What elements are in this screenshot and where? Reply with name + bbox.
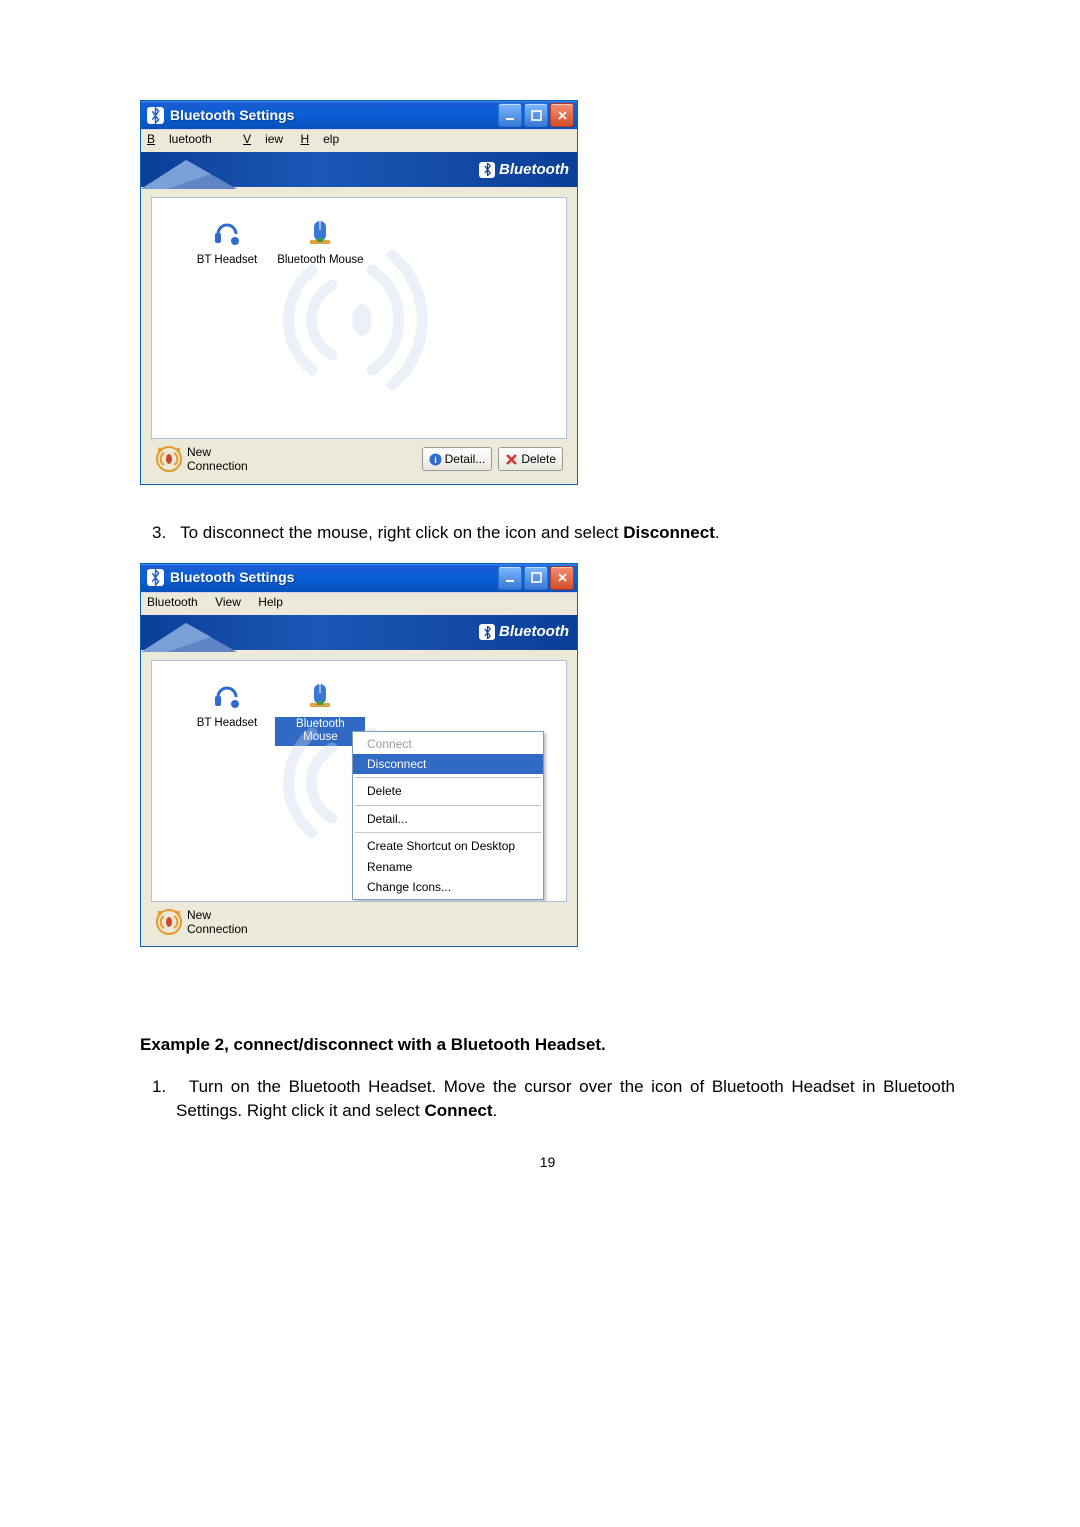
ctx-disconnect[interactable]: Disconnect xyxy=(353,754,543,774)
instruction-step-3: 3. To disconnect the mouse, right click … xyxy=(140,521,955,545)
ctx-change-icons[interactable]: Change Icons... xyxy=(353,877,543,897)
menu-bar[interactable]: Bluetooth View Help xyxy=(141,592,577,615)
menu-bluetooth[interactable]: Bluetooth xyxy=(147,132,226,146)
close-button[interactable] xyxy=(550,566,574,590)
ctx-rename[interactable]: Rename xyxy=(353,857,543,877)
ctx-delete[interactable]: Delete xyxy=(353,781,543,801)
example2-heading: Example 2, connect/disconnect with a Blu… xyxy=(140,1033,955,1057)
menu-help[interactable]: Help xyxy=(258,595,283,609)
toolbar: New Connection xyxy=(151,902,567,937)
menu-bar[interactable]: Bluetooth View Help xyxy=(141,129,577,152)
banner-decoration-icon xyxy=(141,617,251,652)
device-bt-headset[interactable]: BT Headset xyxy=(182,212,272,272)
separator xyxy=(355,805,541,806)
example2-step-1: 1. Turn on the Bluetooth Headset. Move t… xyxy=(140,1075,955,1123)
bluetooth-logo-icon xyxy=(479,624,495,640)
menu-bluetooth[interactable]: Bluetooth xyxy=(147,595,198,609)
device-label: BT Headset xyxy=(182,717,272,731)
delete-x-icon xyxy=(505,453,518,466)
detail-button[interactable]: i Detail... xyxy=(422,447,493,471)
ctx-detail[interactable]: Detail... xyxy=(353,809,543,829)
ctx-connect: Connect xyxy=(353,734,543,754)
titlebar[interactable]: Bluetooth Settings xyxy=(141,101,577,129)
banner-decoration-icon xyxy=(141,154,251,189)
window-title: Bluetooth Settings xyxy=(170,107,496,124)
window-title: Bluetooth Settings xyxy=(170,569,496,586)
ctx-create-shortcut[interactable]: Create Shortcut on Desktop xyxy=(353,836,543,856)
bluetooth-banner: Bluetooth xyxy=(141,152,577,187)
headset-icon xyxy=(210,216,244,250)
headset-icon xyxy=(210,679,244,713)
bluetooth-logo-icon xyxy=(479,162,495,178)
bluetooth-app-icon xyxy=(147,569,164,586)
new-connection-icon xyxy=(155,445,183,473)
device-bluetooth-mouse[interactable]: Bluetooth Mouse xyxy=(275,212,365,272)
info-icon: i xyxy=(429,453,442,466)
new-connection-button[interactable]: New Connection xyxy=(155,908,248,937)
separator xyxy=(355,832,541,833)
maximize-button[interactable] xyxy=(524,103,548,127)
banner-text: Bluetooth xyxy=(499,161,569,179)
svg-text:i: i xyxy=(434,455,437,465)
menu-view[interactable]: View xyxy=(243,132,283,146)
new-connection-icon xyxy=(155,908,183,936)
device-bt-headset[interactable]: BT Headset xyxy=(182,675,272,735)
device-label: Bluetooth Mouse xyxy=(275,254,365,268)
context-menu[interactable]: Connect Disconnect Delete Detail... Crea… xyxy=(352,731,544,901)
menu-view[interactable]: View xyxy=(215,595,241,609)
mouse-icon xyxy=(303,679,337,713)
new-connection-button[interactable]: New Connection xyxy=(155,445,248,474)
minimize-button[interactable] xyxy=(498,566,522,590)
maximize-button[interactable] xyxy=(524,566,548,590)
mouse-icon xyxy=(303,216,337,250)
banner-text: Bluetooth xyxy=(499,623,569,641)
menu-help[interactable]: Help xyxy=(300,132,339,146)
bluetooth-settings-window-2: Bluetooth Settings Bluetooth View Help B… xyxy=(140,563,578,948)
delete-button[interactable]: Delete xyxy=(498,447,563,471)
minimize-button[interactable] xyxy=(498,103,522,127)
separator xyxy=(355,777,541,778)
toolbar: New Connection i Detail... Delete xyxy=(151,439,567,474)
device-label: BT Headset xyxy=(182,254,272,268)
device-list[interactable]: BT Headset Bluetooth Mouse xyxy=(151,660,567,902)
device-list[interactable]: BT Headset Bluetooth Mouse xyxy=(151,197,567,439)
bluetooth-settings-window-1: Bluetooth Settings Bluetooth View Help B… xyxy=(140,100,578,485)
bluetooth-banner: Bluetooth xyxy=(141,615,577,650)
page-number: 19 xyxy=(140,1153,955,1173)
close-button[interactable] xyxy=(550,103,574,127)
titlebar[interactable]: Bluetooth Settings xyxy=(141,564,577,592)
bluetooth-app-icon xyxy=(147,107,164,124)
